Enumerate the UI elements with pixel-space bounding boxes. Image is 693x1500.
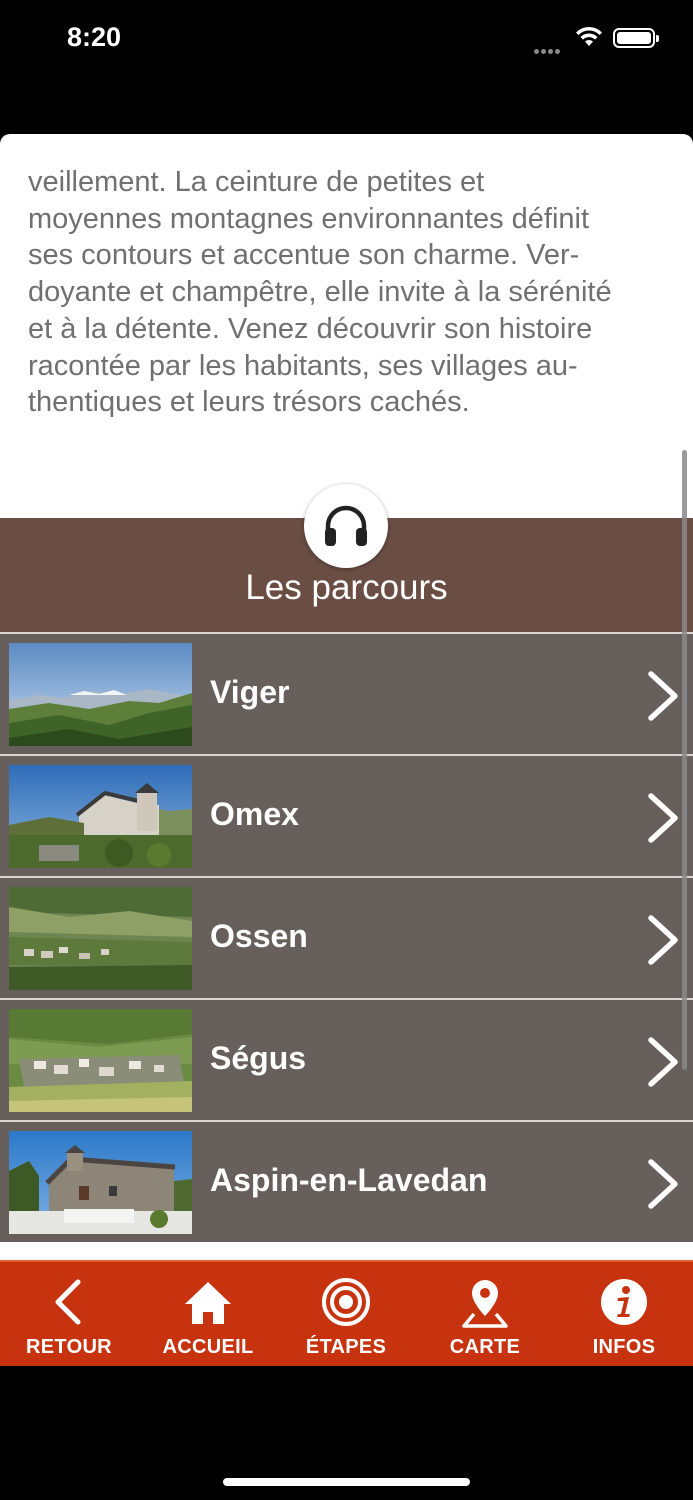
nav-stages-button[interactable]: ÉTAPES xyxy=(277,1262,415,1368)
intro-line: moyennes montagnes environnantes définit xyxy=(28,202,590,235)
route-name: Aspin-en-Lavedan xyxy=(210,1162,488,1198)
status-bar: 8:20 xyxy=(0,0,693,80)
map-pin-icon xyxy=(462,1280,508,1328)
nav-info-label: INFOS xyxy=(592,1336,656,1358)
chevron-right-icon xyxy=(648,793,678,843)
chevron-right-icon xyxy=(648,1037,678,1087)
headphones-icon xyxy=(325,505,367,546)
chevron-right-icon xyxy=(648,1159,678,1209)
nav-home-button[interactable]: ACCUEIL xyxy=(139,1262,277,1368)
info-icon xyxy=(601,1279,647,1325)
route-thumbnail-segus xyxy=(9,1009,192,1112)
status-time: 8:20 xyxy=(67,22,122,52)
intro-line: thentiques et leurs trésors cachés. xyxy=(28,386,470,419)
intro-line: ses contours et accentue son charme. Ver… xyxy=(28,239,580,272)
route-row-viger[interactable]: Viger xyxy=(0,632,693,754)
route-name: Ossen xyxy=(210,918,308,954)
chevron-right-icon xyxy=(648,671,678,721)
bottom-nav: RETOUR ACCUEIL ÉTAPES CARTE INFOS xyxy=(0,1260,693,1366)
route-name: Omex xyxy=(210,796,299,832)
route-thumbnail-ossen xyxy=(9,887,192,990)
chevron-right-icon xyxy=(648,915,678,965)
home-icon xyxy=(185,1282,231,1324)
route-name: Viger xyxy=(210,674,290,710)
nav-stages-label: ÉTAPES xyxy=(305,1336,387,1358)
route-row-ossen[interactable]: Ossen xyxy=(0,876,693,998)
route-list: Viger Omex Ossen Ségus Aspin-en-Lavedan xyxy=(0,632,693,1242)
home-indicator[interactable] xyxy=(223,1478,470,1486)
intro-line: et à la détente. Venez découvrir son his… xyxy=(28,312,593,345)
intro-line: veillement. La ceinture de petites et xyxy=(28,166,485,198)
battery-icon xyxy=(613,28,659,48)
intro-text: veillement. La ceinture de petites et mo… xyxy=(28,164,668,421)
route-name: Ségus xyxy=(210,1040,307,1076)
nav-info-button[interactable]: INFOS xyxy=(555,1262,693,1368)
intro-line: doyante et champêtre, elle invite à la s… xyxy=(28,276,612,309)
nav-home-label: ACCUEIL xyxy=(162,1336,254,1358)
route-thumbnail-aspin-en-lavedan xyxy=(9,1131,192,1234)
nav-map-button[interactable]: CARTE xyxy=(416,1262,554,1368)
route-thumbnail-omex xyxy=(9,765,192,868)
scroll-indicator[interactable] xyxy=(682,450,687,1070)
intro-line: racontée par les habitants, ses villages… xyxy=(28,349,578,382)
route-row-aspin-en-lavedan[interactable]: Aspin-en-Lavedan xyxy=(0,1120,693,1242)
route-thumbnail-viger xyxy=(9,643,192,746)
nav-back-button[interactable]: RETOUR xyxy=(0,1262,138,1368)
nav-back-label: RETOUR xyxy=(26,1336,112,1358)
wifi-icon xyxy=(576,26,602,46)
target-icon xyxy=(322,1278,370,1326)
chevron-left-icon xyxy=(55,1279,81,1325)
section-title: Les parcours xyxy=(245,568,448,607)
audio-button[interactable] xyxy=(304,484,388,568)
nav-map-label: CARTE xyxy=(449,1336,521,1358)
route-row-segus[interactable]: Ségus xyxy=(0,998,693,1120)
app-sheet: veillement. La ceinture de petites et mo… xyxy=(0,134,693,1366)
route-row-omex[interactable]: Omex xyxy=(0,754,693,876)
cellular-signal-icon xyxy=(534,41,566,54)
